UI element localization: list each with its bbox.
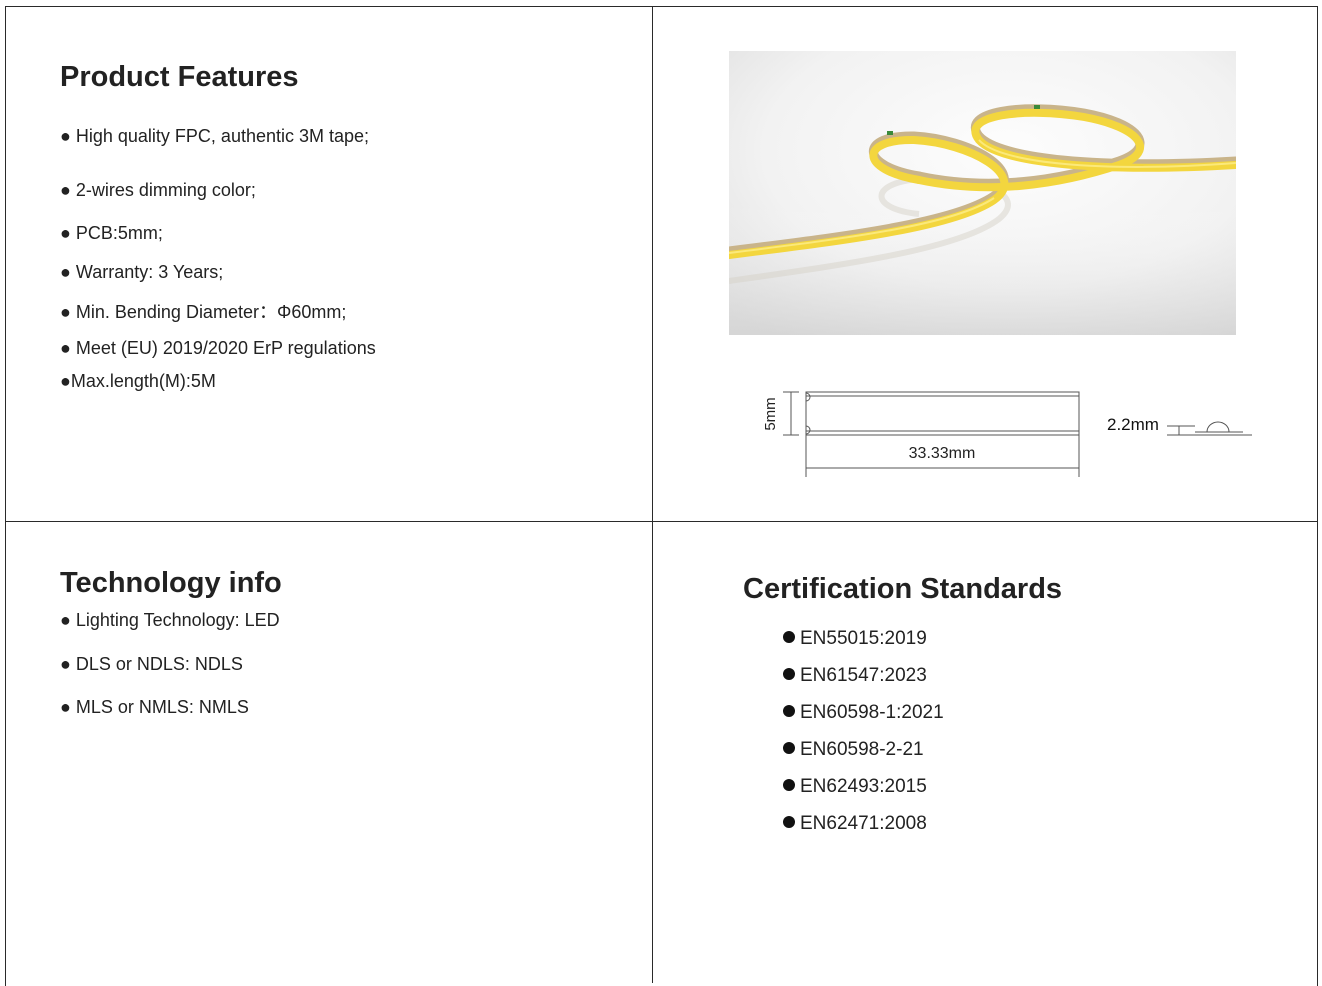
- bullet-icon: [783, 631, 795, 643]
- vertical-divider: [652, 6, 653, 983]
- thickness-label: 2.2mm: [1107, 415, 1159, 434]
- cert-item: EN62493:2015: [783, 776, 927, 798]
- horizontal-divider: [5, 521, 1318, 522]
- tech-item: ● DLS or NDLS: NDLS: [60, 654, 243, 674]
- technology-info-title: Technology info: [60, 567, 282, 599]
- cert-item: EN61547:2023: [783, 665, 927, 687]
- feature-item: ● Min. Bending Diameter：Φ60mm;: [60, 302, 347, 322]
- tech-item: ● MLS or NMLS: NMLS: [60, 697, 249, 717]
- cert-item: EN60598-2-21: [783, 739, 924, 761]
- bullet-icon: [783, 668, 795, 680]
- feature-item: ● Warranty: 3 Years;: [60, 262, 224, 282]
- product-features-title: Product Features: [60, 61, 299, 93]
- length-label: 33.33mm: [909, 445, 976, 462]
- cert-item: EN55015:2019: [783, 628, 927, 650]
- cert-item: EN62471:2008: [783, 813, 927, 835]
- strip-dimension-diagram: 5mm 33.33mm 2.2mm: [762, 391, 1252, 477]
- bullet-icon: [783, 742, 795, 754]
- feature-item: ● Meet (EU) 2019/2020 ErP regulations: [60, 338, 376, 358]
- bullet-icon: [783, 705, 795, 717]
- bullet-icon: [783, 779, 795, 791]
- bullet-icon: [783, 816, 795, 828]
- feature-item: ● High quality FPC, authentic 3M tape;: [60, 126, 370, 146]
- certification-title: Certification Standards: [743, 573, 1063, 605]
- feature-item: ●Max.length(M):5M: [60, 371, 216, 391]
- height-label: 5mm: [762, 397, 779, 430]
- feature-item: ● PCB:5mm;: [60, 223, 163, 243]
- feature-item: ● 2-wires dimming color;: [60, 180, 256, 200]
- led-strip-photo: [729, 51, 1236, 335]
- cert-item: EN60598-1:2021: [783, 702, 944, 724]
- tech-item: ● Lighting Technology: LED: [60, 610, 280, 630]
